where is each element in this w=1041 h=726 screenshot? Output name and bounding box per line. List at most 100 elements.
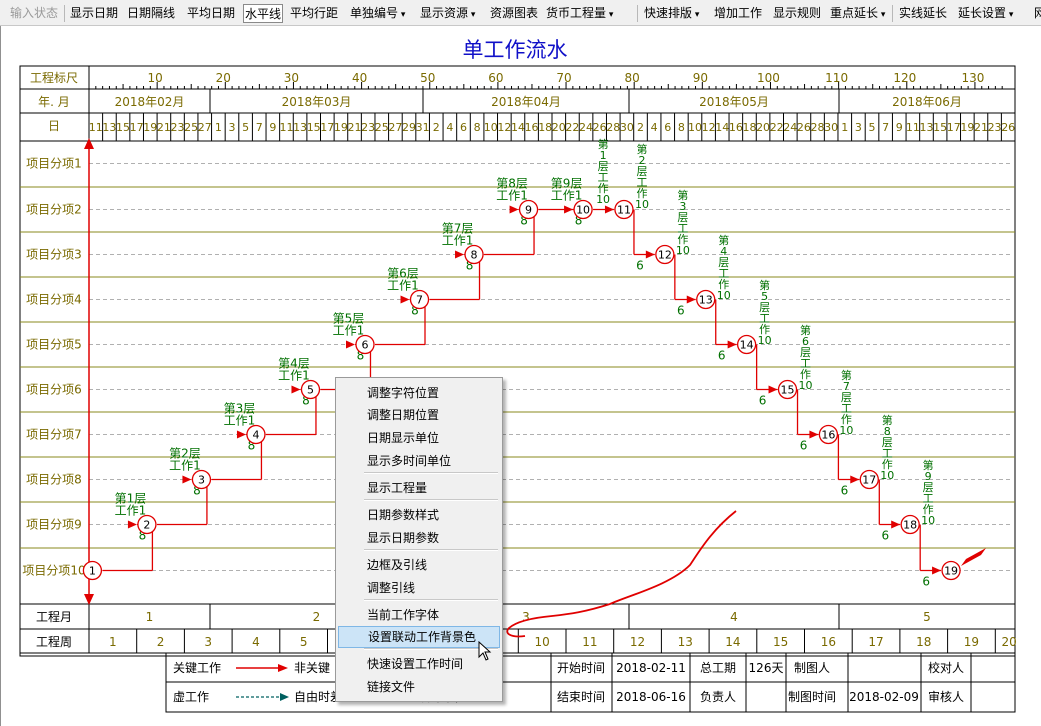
toolbar-button-7[interactable]: 单独编号 ▾ [349,4,406,23]
toolbar-button-label: 显示规则 [773,6,822,20]
arrow-head [727,340,737,349]
toolbar-button-label: 实线延长 [899,6,948,20]
context-menu-item-7[interactable]: 显示日期参数 [338,527,500,549]
work-float-falling: 6 [636,259,644,273]
work-label-falling: 10 [717,289,731,302]
context-menu-item-4[interactable]: 显示多时间单位 [338,450,500,472]
row-label: 项目分项1 [26,157,82,171]
day-label: 5 [869,121,876,134]
ruler-tick-label: 70 [556,71,571,85]
day-label: 5 [242,121,249,134]
project-week-value: 5 [300,635,308,649]
day-label: 22 [770,121,784,134]
project-month-value: 1 [146,610,154,624]
day-label: 24 [579,121,593,134]
total-duration-value: 126天 [749,661,784,675]
day-label: 21 [157,121,171,134]
work-label-rising: 工作1 [551,189,583,203]
work-float-falling: 6 [841,484,849,498]
dropdown-arrow-icon[interactable]: ▾ [692,10,700,20]
toolbar-button-11[interactable]: 快速排版 ▾ [643,4,700,23]
day-label: 18 [742,121,756,134]
toolbar-button-8[interactable]: 显示资源 ▾ [419,4,476,23]
work-float-falling: 6 [922,575,930,589]
work-float-falling: 6 [800,439,808,453]
ruler-tick-label: 90 [693,71,708,85]
toolbar-separator [892,5,893,22]
toolbar-button-9[interactable]: 资源图表 [489,4,539,23]
event-node-number: 7 [416,294,423,307]
toolbar-button-label: 平均行距 [290,6,339,20]
legend-virtual-arrow [280,693,289,701]
context-menu-item-5[interactable]: 显示工程量 [338,477,500,499]
work-label-rising: 工作1 [496,189,528,203]
day-label: 15 [307,121,321,134]
work-label-rising: 工作1 [169,459,201,473]
day-label: 19 [960,121,974,134]
context-menu-item-12[interactable]: 快速设置工作时间 [338,653,500,675]
network-chart[interactable]: 单工作流水10 20 30 40 50 60 70 80 90 100 110 120 130工程标尺年… [0,26,1041,726]
arrow-head [645,250,655,259]
day-label: 18 [538,121,552,134]
day-label: 28 [606,121,620,134]
work-label-falling: 10 [635,198,649,211]
context-menu-item-9[interactable]: 调整引线 [338,577,500,599]
work-label-rising: 工作1 [442,234,474,248]
toolbar-button-17[interactable]: 网 [1033,4,1041,23]
project-week-value: 18 [916,635,931,649]
toolbar-button-12[interactable]: 增加工作 [713,4,763,23]
toolbar-button-10[interactable]: 货币工程量 ▾ [545,4,614,23]
context-menu-item-3[interactable]: 日期显示单位 [338,427,500,449]
day-label: 7 [882,121,889,134]
event-node-number: 14 [740,339,754,352]
dropdown-arrow-icon[interactable]: ▾ [606,10,614,20]
month-label: 2018年04月 [491,95,561,109]
arrow-head [809,430,819,439]
context-menu-separator [364,499,498,501]
row-label: 项目分项7 [26,428,82,442]
toolbar-button-3[interactable]: 日期隔线 [126,4,176,23]
work-float-falling: 6 [759,394,767,408]
dropdown-arrow-icon[interactable]: ▾ [1006,10,1014,20]
work-label-rising: 工作1 [278,369,310,383]
toolbar-button-15[interactable]: 实线延长 [898,4,948,23]
context-menu-item-11[interactable]: 设置联动工作背景色 [338,626,500,648]
project-week-value: 3 [204,635,212,649]
context-menu-item-13[interactable]: 链接文件 [338,676,500,698]
work-label-rising: 工作1 [387,279,419,293]
toolbar-button-1[interactable]: 输入状态 [9,4,59,23]
toolbar-button-2[interactable]: 显示日期 [69,4,119,23]
context-menu-item-10[interactable]: 当前工作字体 [338,604,500,626]
dropdown-arrow-icon[interactable]: ▾ [878,10,886,20]
context-menu-item-6[interactable]: 日期参数样式 [338,504,500,526]
toolbar-button-6[interactable]: 平均行距 [289,4,339,23]
dropdown-arrow-icon[interactable]: ▾ [398,10,406,20]
day-label: 27 [388,121,402,134]
toolbar-button-16[interactable]: 延长设置 ▾ [957,4,1014,23]
toolbar-button-5[interactable]: 水平线 [243,4,284,23]
day-label: 14 [715,121,729,134]
drawer-label: 制图人 [794,661,830,675]
context-menu-item-1[interactable]: 调整字符位置 [338,382,500,404]
toolbar-button-13[interactable]: 显示规则 [772,4,822,23]
dropdown-arrow-icon[interactable]: ▾ [468,10,476,20]
work-label-rising: 工作1 [115,504,147,518]
toolbar-button-label: 单独编号 [350,6,399,20]
work-label-falling: 10 [921,514,935,527]
checker-label: 校对人 [928,660,964,675]
context-menu-item-8[interactable]: 边框及引线 [338,554,500,576]
day-label: 17 [320,121,334,134]
day-label: 11 [89,121,103,134]
toolbar-button-4[interactable]: 平均日期 [186,4,236,23]
project-week-value: 2 [157,635,165,649]
work-float-falling: 6 [881,529,889,543]
arrow-head [564,205,574,214]
chart-title: 单工作流水 [463,38,568,62]
context-menu-separator [364,549,498,551]
context-menu-item-2[interactable]: 调整日期位置 [338,404,500,426]
day-label: 3 [855,121,862,134]
ruler-tick-label: 20 [216,71,231,85]
arrow-head [400,295,410,304]
work-label-rising: 工作1 [333,324,365,338]
toolbar-button-14[interactable]: 重点延长 ▾ [829,4,886,23]
